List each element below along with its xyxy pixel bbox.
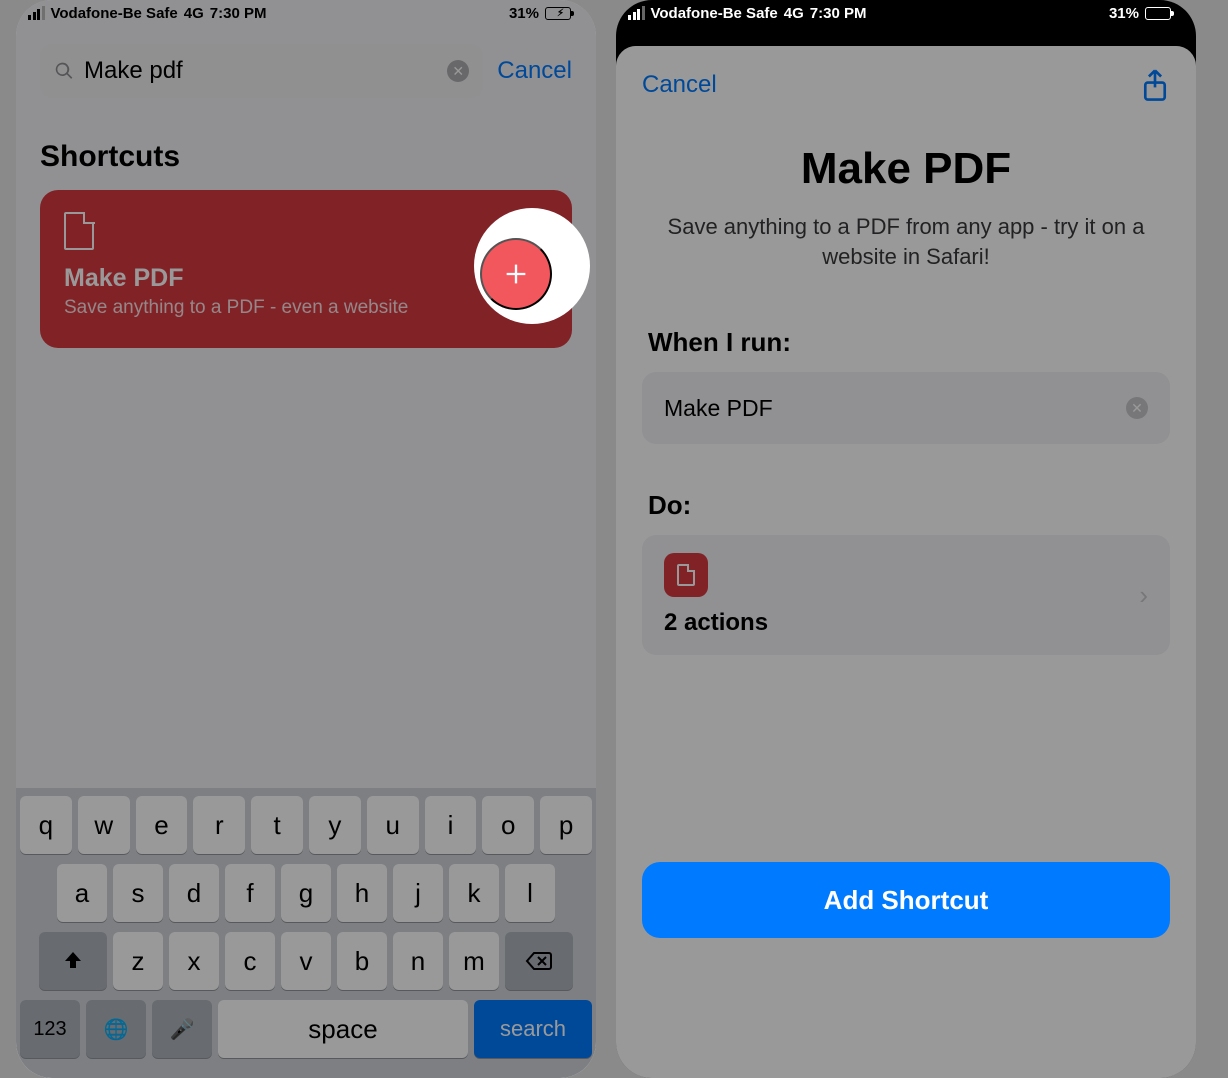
key-r[interactable]: r bbox=[193, 796, 245, 854]
signal-icon bbox=[28, 6, 45, 20]
key-b[interactable]: b bbox=[337, 932, 387, 990]
search-row: ✕ Cancel bbox=[16, 26, 596, 112]
search-key[interactable]: search bbox=[474, 1000, 592, 1058]
shortcut-title: Make PDF bbox=[656, 144, 1156, 194]
key-u[interactable]: u bbox=[367, 796, 419, 854]
key-h[interactable]: h bbox=[337, 864, 387, 922]
battery-pct: 31% bbox=[509, 5, 539, 22]
carrier-label: Vodafone-Be Safe bbox=[651, 5, 778, 22]
key-z[interactable]: z bbox=[113, 932, 163, 990]
key-f[interactable]: f bbox=[225, 864, 275, 922]
key-e[interactable]: e bbox=[136, 796, 188, 854]
search-input[interactable] bbox=[84, 57, 437, 85]
share-button[interactable] bbox=[1140, 68, 1170, 102]
key-o[interactable]: o bbox=[482, 796, 534, 854]
key-q[interactable]: q bbox=[20, 796, 72, 854]
shortcut-description: Save anything to a PDF from any app - tr… bbox=[656, 212, 1156, 271]
charging-icon: ⚡︎ bbox=[557, 8, 564, 19]
actions-row[interactable]: 2 actions › bbox=[642, 535, 1170, 655]
charging-icon: ⚡︎ bbox=[1157, 8, 1164, 19]
key-x[interactable]: x bbox=[169, 932, 219, 990]
key-t[interactable]: t bbox=[251, 796, 303, 854]
shift-key[interactable] bbox=[39, 932, 107, 990]
key-d[interactable]: d bbox=[169, 864, 219, 922]
document-icon bbox=[64, 212, 94, 250]
signal-icon bbox=[628, 6, 645, 20]
network-label: 4G bbox=[184, 5, 204, 22]
when-i-run-field[interactable]: Make PDF ✕ bbox=[642, 372, 1170, 444]
backspace-key[interactable] bbox=[505, 932, 573, 990]
document-icon bbox=[664, 553, 708, 597]
key-y[interactable]: y bbox=[309, 796, 361, 854]
cancel-button[interactable]: Cancel bbox=[642, 71, 717, 99]
space-key[interactable]: space bbox=[218, 1000, 468, 1058]
search-field[interactable]: ✕ bbox=[40, 44, 483, 98]
search-icon bbox=[54, 61, 74, 81]
shortcut-subtitle: Save anything to a PDF - even a website bbox=[64, 297, 548, 319]
do-label: Do: bbox=[616, 444, 1196, 535]
action-count-label: 2 actions bbox=[664, 609, 768, 637]
add-shortcut-plus-button[interactable] bbox=[480, 238, 552, 310]
globe-key[interactable]: 🌐 bbox=[86, 1000, 146, 1058]
key-c[interactable]: c bbox=[225, 932, 275, 990]
cancel-button[interactable]: Cancel bbox=[497, 57, 572, 85]
chevron-right-icon: › bbox=[1139, 580, 1148, 611]
when-i-run-value: Make PDF bbox=[664, 395, 773, 422]
phone-search-screen: Vodafone-Be Safe 4G 7:30 PM 31% ⚡︎ ✕ Can… bbox=[16, 0, 596, 1078]
key-v[interactable]: v bbox=[281, 932, 331, 990]
mic-key[interactable]: 🎤 bbox=[152, 1000, 212, 1058]
key-m[interactable]: m bbox=[449, 932, 499, 990]
key-g[interactable]: g bbox=[281, 864, 331, 922]
keyboard: qwertyuiop asdfghjkl zxcvbnm 123 🌐 🎤 spa… bbox=[16, 788, 596, 1078]
section-title-shortcuts: Shortcuts bbox=[16, 112, 596, 190]
key-j[interactable]: j bbox=[393, 864, 443, 922]
key-i[interactable]: i bbox=[425, 796, 477, 854]
clear-search-button[interactable]: ✕ bbox=[447, 60, 469, 82]
key-a[interactable]: a bbox=[57, 864, 107, 922]
time-label: 7:30 PM bbox=[210, 5, 267, 22]
phone-detail-screen: Vodafone-Be Safe 4G 7:30 PM 31% ⚡︎ Cance… bbox=[616, 0, 1196, 1078]
when-i-run-label: When I run: bbox=[616, 281, 1196, 372]
status-bar: Vodafone-Be Safe 4G 7:30 PM 31% ⚡︎ bbox=[16, 0, 596, 26]
battery-pct: 31% bbox=[1109, 5, 1139, 22]
time-label: 7:30 PM bbox=[810, 5, 867, 22]
key-k[interactable]: k bbox=[449, 864, 499, 922]
clear-field-button[interactable]: ✕ bbox=[1126, 397, 1148, 419]
key-l[interactable]: l bbox=[505, 864, 555, 922]
status-bar: Vodafone-Be Safe 4G 7:30 PM 31% ⚡︎ bbox=[616, 0, 1196, 26]
key-s[interactable]: s bbox=[113, 864, 163, 922]
add-shortcut-button[interactable]: Add Shortcut bbox=[642, 862, 1170, 938]
highlight-spotlight bbox=[474, 208, 590, 324]
network-label: 4G bbox=[784, 5, 804, 22]
key-n[interactable]: n bbox=[393, 932, 443, 990]
key-p[interactable]: p bbox=[540, 796, 592, 854]
key-w[interactable]: w bbox=[78, 796, 130, 854]
carrier-label: Vodafone-Be Safe bbox=[51, 5, 178, 22]
numbers-key[interactable]: 123 bbox=[20, 1000, 80, 1058]
